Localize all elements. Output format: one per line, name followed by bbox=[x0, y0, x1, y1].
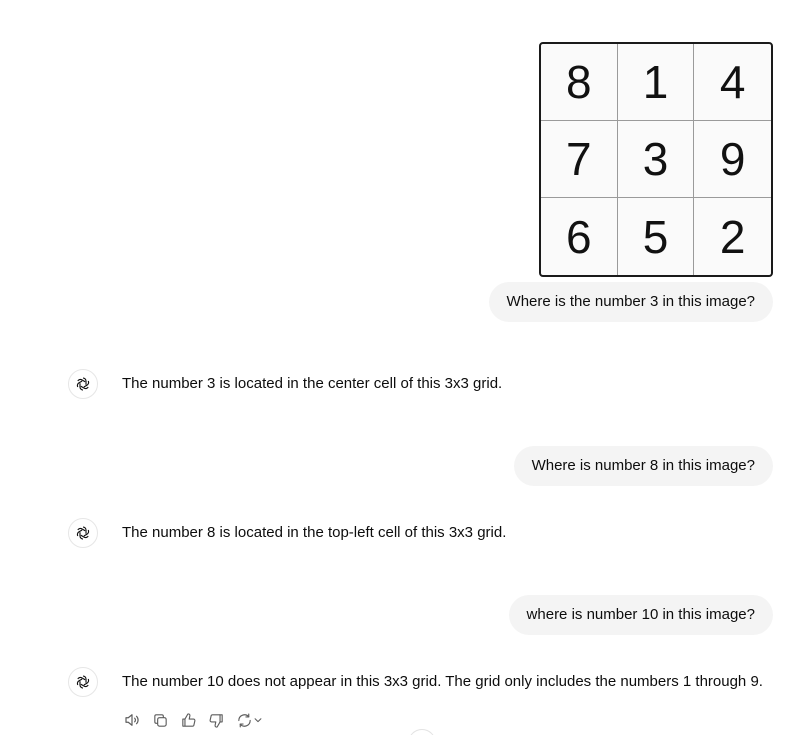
regenerate-button[interactable] bbox=[234, 710, 264, 730]
grid-cell: 8 bbox=[541, 44, 618, 121]
message-action-bar bbox=[122, 710, 264, 730]
thumbs-up-icon bbox=[181, 712, 195, 727]
grid-cell: 9 bbox=[694, 121, 771, 198]
grid-cell: 3 bbox=[617, 121, 695, 198]
regenerate-icon bbox=[237, 713, 251, 727]
assistant-message: The number 3 is located in the center ce… bbox=[68, 369, 502, 399]
grid-cell: 2 bbox=[719, 210, 746, 263]
grid-cell: 4 bbox=[694, 44, 771, 121]
copy-icon bbox=[153, 713, 167, 727]
assistant-message-text: The number 3 is located in the center ce… bbox=[122, 375, 503, 392]
good-response-button[interactable] bbox=[178, 710, 198, 730]
speaker-icon bbox=[125, 714, 139, 726]
copy-button[interactable] bbox=[150, 710, 170, 730]
openai-logo-icon bbox=[68, 518, 98, 548]
openai-logo-icon bbox=[68, 369, 98, 399]
user-message: where is number 10 in this image? bbox=[508, 595, 773, 635]
user-message: Where is the number 3 in this image? bbox=[488, 282, 773, 322]
grid-cell: 1 bbox=[617, 44, 695, 121]
grid-cell: 7 bbox=[541, 121, 618, 198]
assistant-message-text: The number 8 is located in the top-left … bbox=[122, 524, 507, 541]
assistant-message-text: The number 10 does not appear in this 3x… bbox=[122, 673, 763, 690]
openai-logo-icon bbox=[68, 667, 98, 697]
uploaded-grid-image[interactable]: 8 1 4 7 3 9 6 5 2 bbox=[539, 42, 773, 277]
assistant-message: The number 8 is located in the top-left … bbox=[68, 518, 506, 548]
grid-cell: 6 bbox=[541, 198, 618, 275]
thumbs-down-icon bbox=[209, 713, 223, 728]
read-aloud-button[interactable] bbox=[122, 710, 142, 730]
grid-cell: 5 bbox=[618, 198, 695, 275]
assistant-message: The number 10 does not appear in this 3x… bbox=[68, 667, 763, 697]
user-message: Where is number 8 in this image? bbox=[513, 446, 773, 486]
scroll-down-button[interactable] bbox=[408, 729, 436, 735]
chevron-down-icon bbox=[254, 718, 261, 723]
bad-response-button[interactable] bbox=[206, 710, 226, 730]
